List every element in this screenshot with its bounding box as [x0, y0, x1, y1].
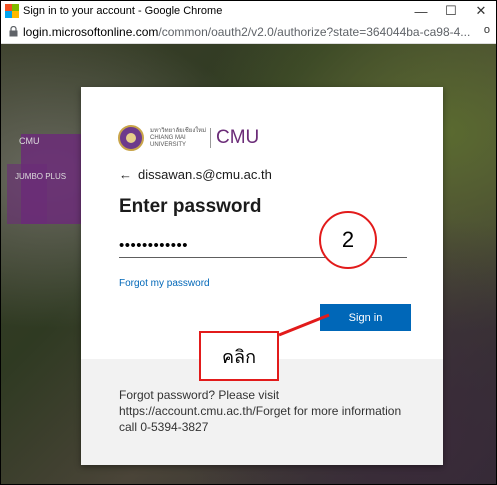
background-label: CMU — [19, 136, 40, 146]
account-email: dissawan.s@cmu.ac.th — [138, 167, 272, 182]
window-title: Sign in to your account - Google Chrome — [23, 5, 223, 17]
logo-divider — [210, 128, 211, 148]
account-row[interactable]: ← dissawan.s@cmu.ac.th — [119, 167, 272, 182]
cmu-logo-text: มหาวิทยาลัยเชียงใหม่ CHIANG MAI UNIVERSI… — [150, 128, 208, 149]
title-bar: Sign in to your account - Google Chrome … — [1, 1, 496, 21]
cmu-logo-wordmark: CMU — [216, 127, 260, 148]
cmu-logo-thai: มหาวิทยาลัยเชียงใหม่ — [150, 127, 207, 134]
url-domain: login.microsoftonline.com — [23, 25, 159, 39]
signin-card: มหาวิทยาลัยเชียงใหม่ CHIANG MAI UNIVERSI… — [81, 87, 443, 465]
cmu-logo-english: CHIANG MAI UNIVERSITY — [150, 134, 187, 148]
cmu-logo: มหาวิทยาลัยเชียงใหม่ CHIANG MAI UNIVERSI… — [118, 125, 259, 151]
click-label-callout: คลิก — [199, 331, 279, 381]
lock-icon — [9, 25, 18, 40]
key-icon[interactable]: o — [484, 24, 490, 36]
page-title: Enter password — [119, 196, 262, 217]
address-bar[interactable]: login.microsoftonline.com/common/oauth2/… — [1, 21, 496, 44]
minimize-button[interactable]: — — [406, 1, 436, 21]
microsoft-logo-icon — [5, 4, 19, 18]
browser-window: Sign in to your account - Google Chrome … — [0, 0, 497, 485]
footer-info-text: Forgot password? Please visit https://ac… — [119, 388, 402, 434]
cmu-seal-icon — [118, 125, 144, 151]
maximize-button[interactable]: ☐ — [436, 1, 466, 21]
url-text[interactable]: login.microsoftonline.com/common/oauth2/… — [23, 25, 470, 39]
close-button[interactable]: ✕ — [466, 1, 496, 21]
step-number-callout: 2 — [319, 211, 377, 269]
background-label: JUMBO PLUS — [15, 172, 67, 181]
forgot-password-link[interactable]: Forgot my password — [119, 278, 210, 289]
back-arrow-icon[interactable]: ← — [119, 167, 132, 182]
url-path: /common/oauth2/v2.0/authorize?state=3640… — [158, 25, 471, 39]
sign-in-button[interactable]: Sign in — [320, 304, 411, 331]
